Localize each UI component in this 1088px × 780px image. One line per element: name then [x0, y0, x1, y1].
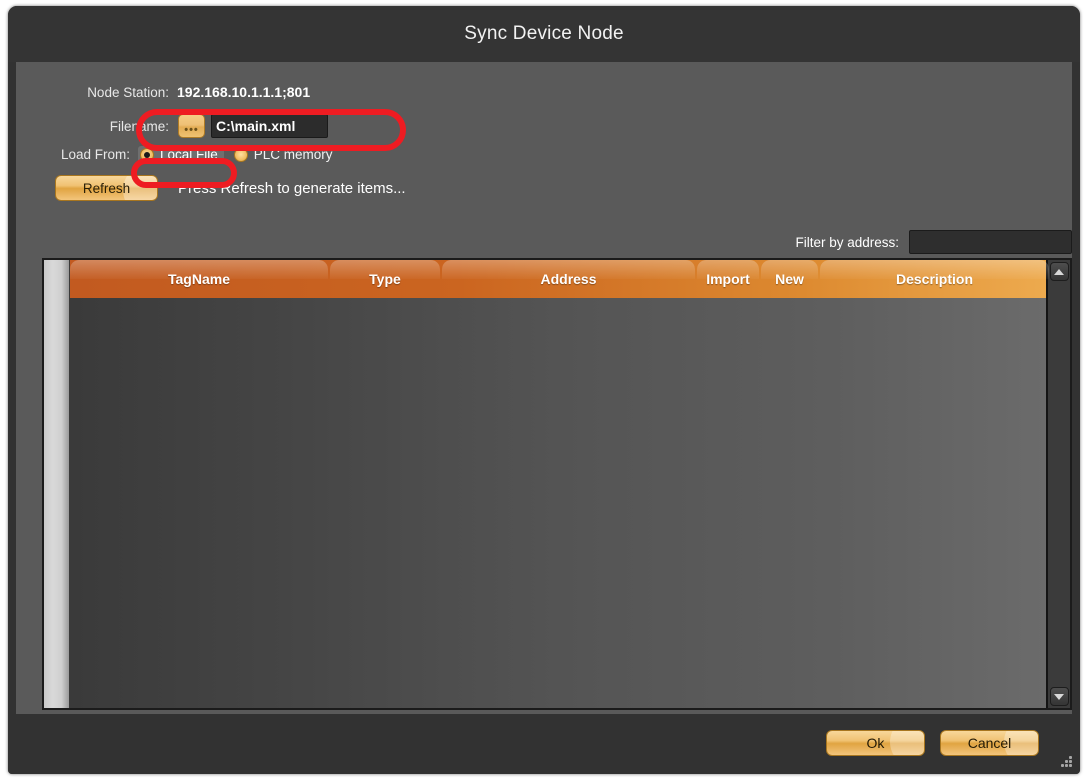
table-row-gutter[interactable] [44, 260, 70, 708]
tag-table: TagName Type Address Import New Descript… [42, 258, 1072, 710]
radio-local-file[interactable]: Local File [138, 146, 224, 163]
browse-file-button[interactable]: ••• [178, 114, 205, 138]
ok-button[interactable]: Ok [826, 730, 925, 756]
sync-device-node-dialog: Sync Device Node Node Station: 192.168.1… [8, 6, 1080, 774]
column-header-type[interactable]: Type [330, 260, 440, 298]
triangle-up-icon [1054, 268, 1064, 275]
refresh-hint-text: Press Refresh to generate items... [178, 179, 406, 197]
load-from-row: Load From: Local File PLC memory [16, 146, 1072, 163]
node-station-label: Node Station: [87, 84, 169, 100]
column-header-new[interactable]: New [761, 260, 818, 298]
table-body-empty [70, 298, 1046, 708]
resize-grip-icon[interactable] [1059, 754, 1075, 770]
ellipsis-icon: ••• [184, 124, 199, 136]
dialog-titlebar: Sync Device Node [8, 6, 1080, 62]
radio-plc-memory[interactable]: PLC memory [232, 146, 339, 163]
table-main: TagName Type Address Import New Descript… [70, 260, 1049, 708]
page-title: Sync Device Node [464, 23, 624, 44]
scroll-up-button[interactable] [1049, 262, 1069, 281]
triangle-down-icon [1054, 693, 1064, 700]
filename-label: Filename: [109, 118, 169, 134]
column-header-address[interactable]: Address [442, 260, 695, 298]
radio-unselected-icon [233, 147, 248, 162]
refresh-row: Refresh Press Refresh to generate items.… [16, 175, 1072, 201]
dialog-body-panel: Node Station: 192.168.10.1.1.1;801 Filen… [16, 62, 1072, 714]
cancel-button[interactable]: Cancel [940, 730, 1039, 756]
filter-row: Filter by address: [795, 230, 1072, 254]
dialog-footer: Ok Cancel [8, 714, 1080, 774]
refresh-button[interactable]: Refresh [55, 175, 158, 201]
radio-local-file-label: Local File [160, 147, 218, 162]
filter-by-address-label: Filter by address: [795, 234, 899, 250]
table-header-row: TagName Type Address Import New Descript… [70, 260, 1049, 298]
scrollbar-track[interactable] [1048, 281, 1070, 687]
load-from-label: Load From: [60, 147, 130, 162]
filter-by-address-input[interactable] [909, 230, 1072, 254]
column-header-tagname[interactable]: TagName [70, 260, 328, 298]
scroll-down-button[interactable] [1049, 687, 1069, 706]
ok-button-label: Ok [866, 735, 885, 751]
radio-plc-memory-label: PLC memory [253, 147, 333, 162]
column-header-import[interactable]: Import [697, 260, 759, 298]
radio-selected-icon [140, 147, 154, 162]
filename-input[interactable]: C:\main.xml [211, 114, 328, 138]
table-vertical-scrollbar[interactable] [1046, 260, 1070, 708]
node-station-value: 192.168.10.1.1.1;801 [177, 84, 311, 100]
cancel-button-label: Cancel [967, 735, 1012, 751]
node-station-row: Node Station: 192.168.10.1.1.1;801 [16, 84, 1072, 100]
column-header-description[interactable]: Description [820, 260, 1049, 298]
refresh-button-label: Refresh [82, 180, 131, 196]
filename-row: Filename: ••• C:\main.xml [16, 114, 1072, 138]
